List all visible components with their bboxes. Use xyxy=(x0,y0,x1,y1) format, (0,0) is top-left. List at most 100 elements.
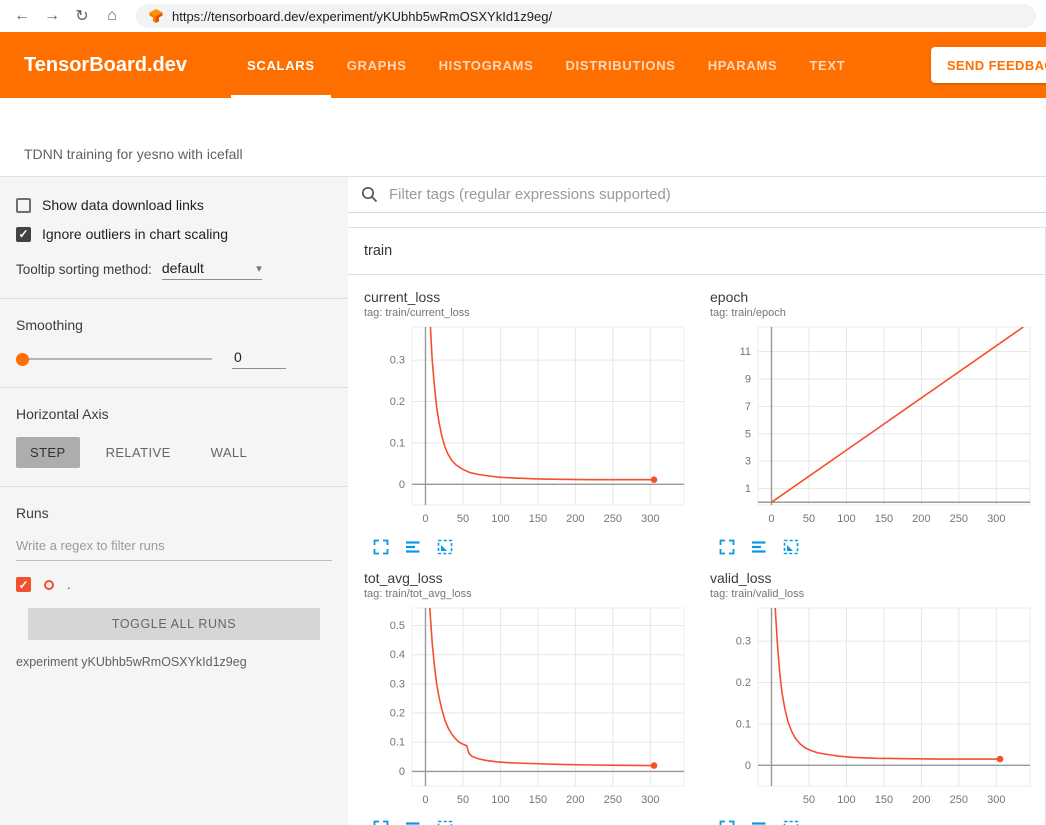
svg-text:200: 200 xyxy=(566,513,584,525)
back-icon[interactable]: ← xyxy=(10,7,34,25)
tab-histograms[interactable]: HISTOGRAMS xyxy=(423,32,550,98)
svg-text:0.1: 0.1 xyxy=(736,718,751,730)
chart-title: current_loss xyxy=(364,289,694,305)
tag-filter-input[interactable] xyxy=(387,185,1034,204)
log-scale-icon[interactable] xyxy=(404,819,422,825)
expand-chart-icon[interactable] xyxy=(372,819,390,825)
fit-domain-icon[interactable] xyxy=(436,538,454,556)
chart-title: valid_loss xyxy=(710,570,1040,586)
svg-text:250: 250 xyxy=(950,513,968,525)
svg-text:0.3: 0.3 xyxy=(736,636,751,648)
tag-group-card: train current_loss tag: train/current_lo… xyxy=(348,227,1046,825)
axis-relative-button[interactable]: RELATIVE xyxy=(92,437,185,468)
ignore-outliers-checkbox[interactable]: ✓ Ignore outliers in chart scaling xyxy=(16,226,332,242)
svg-text:5: 5 xyxy=(745,428,751,440)
tag-group-title[interactable]: train xyxy=(348,228,1045,274)
axis-step-button[interactable]: STEP xyxy=(16,437,80,468)
checkbox-label: Ignore outliers in chart scaling xyxy=(42,226,228,242)
browser-toolbar: ← → ↻ ⌂ https://tensorboard.dev/experime… xyxy=(0,0,1046,32)
chart-tag: tag: train/epoch xyxy=(710,307,1040,319)
line-chart[interactable]: 0501001502002503001357911 xyxy=(710,321,1040,536)
run-checkbox[interactable]: ✓ xyxy=(16,577,31,592)
svg-text:0.1: 0.1 xyxy=(390,437,405,449)
svg-text:0.4: 0.4 xyxy=(390,649,405,661)
show-download-links-checkbox[interactable]: ✓ Show data download links xyxy=(16,197,332,213)
slider-thumb[interactable] xyxy=(16,353,29,366)
line-chart[interactable]: 5010015020025030000.10.20.3 xyxy=(710,602,1040,817)
svg-text:7: 7 xyxy=(745,401,751,413)
tab-text[interactable]: TEXT xyxy=(793,32,861,98)
run-name: . xyxy=(67,577,71,592)
settings-sidebar: ✓ Show data download links ✓ Ignore outl… xyxy=(0,177,348,825)
svg-text:200: 200 xyxy=(912,513,930,525)
check-icon: ✓ xyxy=(18,579,28,591)
run-list-item: ✓ . xyxy=(16,577,332,592)
chart-card-current-loss: current_loss tag: train/current_loss 050… xyxy=(364,289,694,558)
tab-hparams[interactable]: HPARAMS xyxy=(692,32,794,98)
run-color-ring-icon[interactable] xyxy=(44,580,54,590)
sidebar-divider xyxy=(0,298,348,299)
svg-text:300: 300 xyxy=(987,513,1005,525)
log-scale-icon[interactable] xyxy=(750,538,768,556)
tooltip-sorting-dropdown[interactable]: default ▾ xyxy=(162,260,262,280)
expand-chart-icon[interactable] xyxy=(718,819,736,825)
svg-text:11: 11 xyxy=(740,346,751,358)
line-chart[interactable]: 05010015020025030000.10.20.30.40.5 xyxy=(364,602,694,817)
brand-logo[interactable]: TensorBoard.dev xyxy=(24,32,187,98)
svg-text:150: 150 xyxy=(529,794,547,806)
chart-title: tot_avg_loss xyxy=(364,570,694,586)
svg-text:0: 0 xyxy=(768,513,774,525)
home-icon[interactable]: ⌂ xyxy=(100,7,124,25)
line-chart[interactable]: 05010015020025030000.10.20.3 xyxy=(364,321,694,536)
forward-icon[interactable]: → xyxy=(40,7,64,25)
log-scale-icon[interactable] xyxy=(750,819,768,825)
svg-text:250: 250 xyxy=(950,794,968,806)
svg-text:0.3: 0.3 xyxy=(390,355,405,367)
sidebar-divider xyxy=(0,486,348,487)
log-scale-icon[interactable] xyxy=(404,538,422,556)
svg-text:50: 50 xyxy=(457,513,469,525)
tab-scalars[interactable]: SCALARS xyxy=(231,32,331,98)
fit-domain-icon[interactable] xyxy=(436,819,454,825)
horizontal-axis-label: Horizontal Axis xyxy=(16,406,332,422)
chart-card-epoch: epoch tag: train/epoch 05010015020025030… xyxy=(710,289,1040,558)
svg-text:150: 150 xyxy=(875,513,893,525)
experiment-title-bar: TDNN training for yesno with icefall xyxy=(0,98,1046,176)
svg-text:0.2: 0.2 xyxy=(390,708,405,720)
svg-text:0.3: 0.3 xyxy=(390,678,405,690)
svg-text:250: 250 xyxy=(604,794,622,806)
tab-distributions[interactable]: DISTRIBUTIONS xyxy=(549,32,691,98)
checkbox-icon: ✓ xyxy=(16,198,31,213)
tensorboard-favicon xyxy=(148,8,164,24)
runs-label: Runs xyxy=(16,505,332,521)
search-icon xyxy=(360,185,379,204)
smoothing-slider[interactable] xyxy=(16,352,212,366)
tab-graphs[interactable]: GRAPHS xyxy=(331,32,423,98)
tooltip-sorting-value: default xyxy=(162,260,204,276)
check-icon: ✓ xyxy=(18,228,28,240)
fit-domain-icon[interactable] xyxy=(782,819,800,825)
svg-text:250: 250 xyxy=(604,513,622,525)
expand-chart-icon[interactable] xyxy=(718,538,736,556)
fit-domain-icon[interactable] xyxy=(782,538,800,556)
expand-chart-icon[interactable] xyxy=(372,538,390,556)
svg-text:50: 50 xyxy=(803,513,815,525)
address-bar[interactable]: https://tensorboard.dev/experiment/yKUbh… xyxy=(136,4,1036,28)
svg-text:300: 300 xyxy=(987,794,1005,806)
toggle-all-runs-button[interactable]: TOGGLE ALL RUNS xyxy=(28,608,320,640)
svg-text:50: 50 xyxy=(803,794,815,806)
svg-text:0.2: 0.2 xyxy=(390,396,405,408)
runs-filter-input[interactable] xyxy=(16,531,332,561)
dropdown-caret-icon: ▾ xyxy=(256,262,262,275)
experiment-title: TDNN training for yesno with icefall xyxy=(24,146,243,162)
svg-text:300: 300 xyxy=(641,513,659,525)
chart-tag: tag: train/tot_avg_loss xyxy=(364,588,694,600)
tensorboard-header: TensorBoard.dev SCALARS GRAPHS HISTOGRAM… xyxy=(0,32,1046,98)
axis-wall-button[interactable]: WALL xyxy=(197,437,262,468)
svg-text:0: 0 xyxy=(399,766,405,778)
svg-text:0.5: 0.5 xyxy=(390,620,405,632)
send-feedback-button[interactable]: SEND FEEDBACK xyxy=(931,47,1046,83)
reload-icon[interactable]: ↻ xyxy=(70,6,94,26)
chart-tag: tag: train/valid_loss xyxy=(710,588,1040,600)
smoothing-value[interactable]: 0 xyxy=(232,349,286,369)
